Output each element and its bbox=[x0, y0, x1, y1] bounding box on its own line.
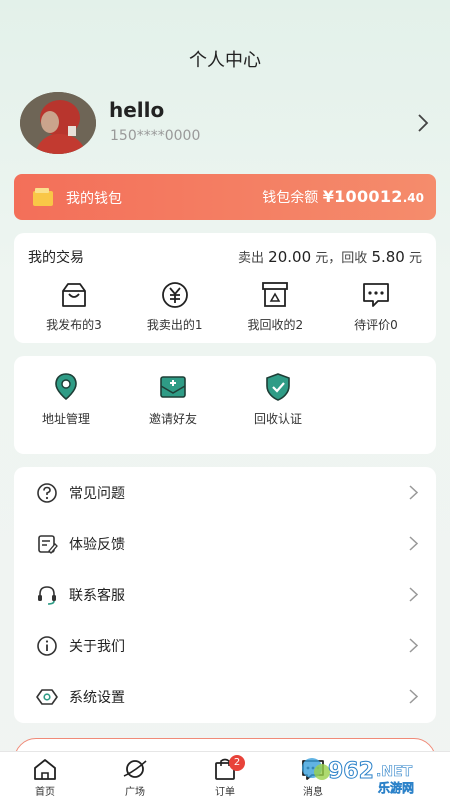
tab-label: 广场 bbox=[125, 787, 145, 798]
tool-address[interactable]: 地址管理 bbox=[26, 372, 106, 427]
sold-prefix: 卖出 bbox=[238, 251, 265, 266]
tools-card: 地址管理 邀请好友 回收认证 bbox=[14, 356, 436, 454]
chat-bubble-icon bbox=[363, 283, 389, 307]
chevron-right-icon bbox=[409, 536, 418, 551]
yen-icon bbox=[161, 282, 188, 308]
tab-label: 首页 bbox=[35, 787, 55, 798]
invite-envelope-icon bbox=[160, 376, 186, 398]
settings-icon bbox=[36, 689, 58, 705]
watermark-suffix: .NET bbox=[376, 764, 413, 780]
menu-item-label: 常见问题 bbox=[69, 486, 125, 502]
sold-unit: 元， bbox=[315, 251, 342, 266]
trade-item-published[interactable]: 我发布的3 bbox=[24, 281, 124, 333]
location-pin-icon bbox=[55, 373, 77, 401]
wallet-balance-label: 钱包余额 bbox=[262, 190, 319, 206]
menu-item-feedback[interactable]: 体验反馈 bbox=[14, 518, 436, 569]
wallet-balance: 钱包余额 ¥100012.40 bbox=[262, 187, 424, 207]
menu-card: 常见问题 体验反馈 联系客服 关于我们 系统设置 bbox=[14, 467, 436, 723]
question-icon bbox=[37, 483, 57, 503]
trade-item-label: 待评价0 bbox=[354, 318, 398, 332]
shield-check-icon bbox=[266, 373, 290, 401]
sold-value: 20.00 bbox=[268, 248, 312, 266]
info-icon bbox=[37, 636, 57, 656]
recycle-prefix: 回收 bbox=[341, 251, 368, 266]
chevron-right-icon[interactable] bbox=[416, 112, 430, 134]
menu-item-label: 联系客服 bbox=[69, 588, 125, 604]
watermark-logo: 962 .NET 乐游网 bbox=[302, 758, 414, 794]
headset-icon bbox=[38, 586, 56, 605]
trade-item-sold[interactable]: 我卖出的1 bbox=[125, 281, 225, 333]
tool-label: 地址管理 bbox=[41, 412, 90, 426]
tab-home[interactable]: 首页 bbox=[15, 757, 75, 798]
tool-label: 回收认证 bbox=[253, 412, 302, 426]
profile-card[interactable]: hello 150****0000 bbox=[20, 92, 440, 154]
tab-label: 订单 bbox=[215, 787, 235, 798]
chevron-right-icon bbox=[409, 638, 418, 653]
trade-item-to-review[interactable]: 待评价0 bbox=[326, 281, 426, 333]
feedback-icon bbox=[38, 535, 58, 554]
watermark-number: 962 bbox=[328, 759, 374, 784]
watermark-sub: 乐游网 bbox=[378, 780, 414, 794]
recycle-value: 5.80 bbox=[371, 248, 405, 266]
recycle-box-icon bbox=[262, 282, 289, 307]
trade-summary: 卖出 20.00 元，回收 5.80 元 bbox=[238, 247, 422, 266]
tab-orders[interactable]: 2 订单 bbox=[195, 755, 255, 798]
avatar[interactable] bbox=[20, 92, 96, 154]
trade-card: 我的交易 卖出 20.00 元，回收 5.80 元 我发布的3 我卖出的1 我回… bbox=[14, 233, 436, 343]
trade-item-label: 我发布的3 bbox=[46, 318, 102, 332]
wallet-amount: 100012 bbox=[334, 187, 403, 206]
phone-number: 150****0000 bbox=[110, 128, 201, 144]
chevron-right-icon bbox=[409, 485, 418, 500]
tab-square[interactable]: 广场 bbox=[105, 757, 165, 798]
wallet-amount-decimal: .40 bbox=[402, 191, 424, 205]
page-title: 个人中心 bbox=[189, 50, 261, 71]
username: hello bbox=[109, 98, 165, 122]
wallet-currency: ¥ bbox=[322, 187, 335, 206]
menu-item-settings[interactable]: 系统设置 bbox=[14, 671, 436, 722]
trade-title: 我的交易 bbox=[28, 250, 84, 266]
menu-item-label: 体验反馈 bbox=[69, 537, 125, 553]
planet-icon bbox=[123, 760, 147, 778]
recycle-unit: 元 bbox=[408, 251, 422, 266]
trade-item-recycled[interactable]: 我回收的2 bbox=[225, 281, 325, 333]
home-icon bbox=[34, 759, 56, 780]
tool-certification[interactable]: 回收认证 bbox=[238, 372, 318, 427]
chevron-right-icon bbox=[409, 587, 418, 602]
tool-label: 邀请好友 bbox=[148, 412, 197, 426]
wallet-icon bbox=[33, 188, 53, 206]
tool-invite[interactable]: 邀请好友 bbox=[133, 372, 213, 427]
menu-item-faq[interactable]: 常见问题 bbox=[14, 467, 436, 518]
menu-item-label: 关于我们 bbox=[69, 639, 125, 655]
wallet-label: 我的钱包 bbox=[66, 191, 122, 207]
order-badge: 2 bbox=[229, 755, 245, 771]
menu-item-label: 系统设置 bbox=[69, 690, 125, 706]
menu-item-support[interactable]: 联系客服 bbox=[14, 569, 436, 620]
bag-icon bbox=[62, 283, 86, 307]
menu-item-about[interactable]: 关于我们 bbox=[14, 620, 436, 671]
trade-item-label: 我回收的2 bbox=[247, 318, 304, 332]
trade-item-label: 我卖出的1 bbox=[146, 318, 203, 332]
wallet-banner[interactable]: 我的钱包 钱包余额 ¥100012.40 bbox=[14, 174, 436, 220]
chevron-right-icon bbox=[409, 689, 418, 704]
